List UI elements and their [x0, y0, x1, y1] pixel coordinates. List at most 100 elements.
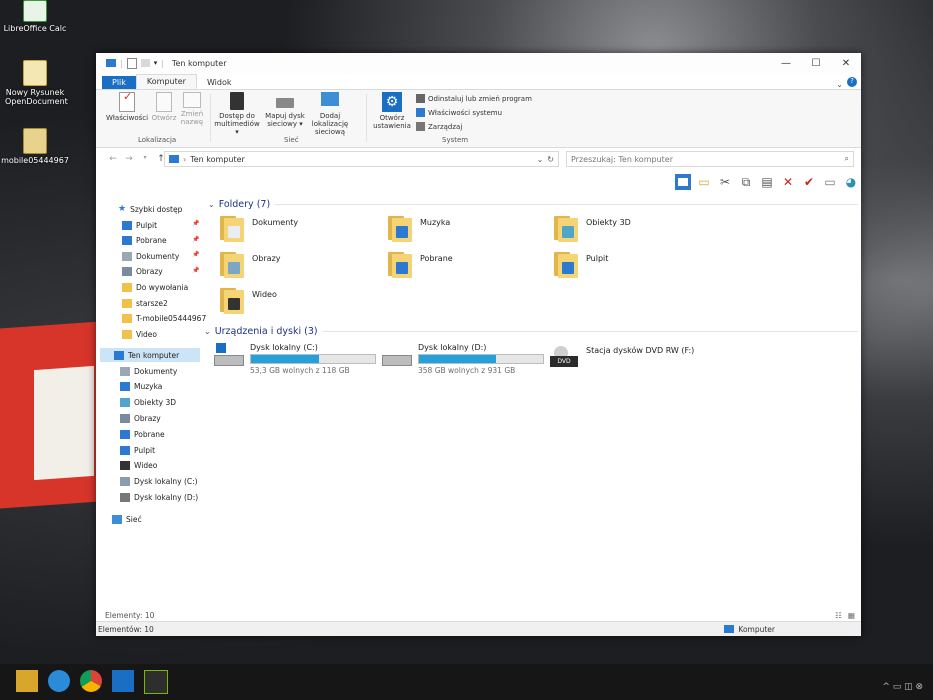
rename-button[interactable]: Zmień nazwę [178, 92, 206, 126]
forward-arrow-icon[interactable]: → [122, 154, 136, 164]
copy-icon[interactable]: ⧉ [738, 174, 754, 190]
nav-quick-item[interactable]: starsze2 [122, 296, 168, 310]
globe-icon[interactable]: ◕ [843, 174, 859, 190]
drive-dvd[interactable]: DVD Stacja dysków DVD RW (F:) [550, 346, 694, 370]
file-explorer-taskbar-icon[interactable] [16, 670, 38, 692]
folder-options-icon[interactable]: ▭ [696, 174, 712, 190]
ribbon-collapse-icon[interactable]: ⌄ [832, 80, 847, 89]
nav-quick-item[interactable]: Dokumenty [122, 249, 179, 263]
desktop-icon-drawing[interactable]: Nowy Rysunek OpenDocument [0, 60, 70, 106]
desktop-icon-mobile-archive[interactable]: mobile05444967 [0, 128, 70, 165]
nav-pc-item[interactable]: Obiekty 3D [120, 396, 176, 410]
search-input[interactable]: Przeszukaj: Ten komputer ⌕ [566, 151, 854, 167]
minimize-button[interactable]: — [771, 53, 801, 73]
address-bar[interactable]: › Ten komputer ⌄ ↻ [164, 151, 559, 167]
paste-icon[interactable]: ▤ [759, 174, 775, 190]
folder-icon [122, 298, 132, 308]
nav-pc-item[interactable]: Pulpit [120, 443, 155, 457]
item-count-footer: Elementów: 10 [98, 624, 154, 634]
desktop-wallpaper-red-shape [0, 321, 100, 509]
nav-quick-access[interactable]: ★ Szybki dostęp [118, 202, 182, 216]
tab-computer[interactable]: Komputer [135, 74, 197, 89]
drive-c[interactable]: Dysk lokalny (C:) 53,3 GB wolnych z 118 … [214, 343, 376, 375]
pin-icon[interactable]: 📌 [192, 251, 199, 258]
nav-quick-item[interactable]: Obrazy [122, 265, 163, 279]
folder-item[interactable]: Pobrane [388, 250, 453, 278]
nav-quick-item[interactable]: Pulpit [122, 218, 157, 232]
nav-pc-item[interactable]: Pobrane [120, 427, 165, 441]
delete-icon[interactable]: ✕ [780, 174, 796, 190]
pin-icon[interactable]: 📌 [192, 236, 199, 243]
tray-icons[interactable]: ^ ▭ ◫ ⊗ [882, 682, 923, 692]
recent-chevron-icon[interactable]: ▾ [138, 154, 152, 164]
cut-icon[interactable]: ✂ [717, 174, 733, 190]
group-label-network: Sieć [284, 136, 299, 144]
folder-item[interactable]: Obrazy [220, 250, 281, 278]
drawing-icon [23, 60, 47, 86]
folder-label: Dokumenty [252, 218, 299, 227]
drive-toolbar-icon[interactable]: ▭ [822, 174, 838, 190]
nav-this-pc[interactable]: Ten komputer [100, 348, 200, 362]
folder-item[interactable]: Pulpit [554, 250, 608, 278]
tab-view[interactable]: Widok [197, 76, 242, 89]
confirm-icon[interactable]: ✔ [801, 174, 817, 190]
folder-item[interactable]: Obiekty 3D [554, 214, 631, 242]
folder-item[interactable]: Dokumenty [220, 214, 298, 242]
status-bar: Elementów: 10 Komputer [96, 621, 861, 636]
address-dropdown-icon[interactable]: ⌄ [537, 155, 544, 164]
folder-label: Pobrane [420, 254, 453, 263]
properties-quick-icon[interactable] [126, 57, 137, 69]
open-button[interactable]: Otwórz [151, 92, 177, 122]
details-view-icon[interactable]: ☷ [835, 611, 842, 620]
nvidia-taskbar-icon[interactable] [144, 670, 168, 694]
manage-button[interactable]: Zarządzaj [416, 122, 462, 131]
title-bar: | ▾ | Ten komputer — ☐ ✕ [96, 53, 861, 73]
devices-section-header[interactable]: ⌄ Urządzenia i dyski (3) [204, 326, 858, 337]
computer-icon [114, 350, 124, 360]
drive-d[interactable]: Dysk lokalny (D:) 358 GB wolnych z 931 G… [382, 343, 544, 375]
nav-pc-item[interactable]: Dysk lokalny (C:) [120, 475, 198, 489]
chrome-taskbar-icon[interactable] [80, 670, 102, 692]
nav-quick-item[interactable]: Video [122, 327, 157, 341]
hard-drive-icon [120, 492, 130, 502]
pin-icon[interactable]: 📌 [192, 267, 199, 274]
video-icon [220, 286, 246, 314]
nav-quick-item[interactable]: Pobrane [122, 234, 167, 248]
folder-quick-icon[interactable] [140, 59, 150, 67]
nav-pc-item[interactable]: Muzyka [120, 380, 162, 394]
maximize-button[interactable]: ☐ [801, 53, 831, 73]
nav-quick-item[interactable]: T-mobile05444967 [122, 312, 206, 326]
folders-section-header[interactable]: ⌄ Foldery (7) [208, 199, 858, 210]
pin-icon[interactable]: 📌 [192, 220, 199, 227]
preview-pane-icon[interactable] [675, 174, 691, 190]
file-explorer-window: | ▾ | Ten komputer — ☐ ✕ Plik Komputer W… [96, 53, 861, 636]
refresh-icon[interactable]: ↻ [547, 155, 554, 164]
map-drive-button[interactable]: Mapuj dysk sieciowy ▾ [264, 92, 306, 128]
nav-pc-item[interactable]: Dokumenty [120, 364, 177, 378]
open-settings-button[interactable]: ⚙ Otwórz ustawienia [372, 92, 412, 130]
nav-quick-item[interactable]: Do wywołania [122, 280, 188, 294]
store-taskbar-icon[interactable] [112, 670, 134, 692]
back-arrow-icon[interactable]: ← [106, 154, 120, 164]
help-icon[interactable]: ? [847, 77, 857, 87]
desktop-icon [122, 220, 132, 230]
rename-icon [183, 92, 201, 108]
nav-pc-item[interactable]: Wideo [120, 459, 157, 473]
nav-pc-item[interactable]: Dysk lokalny (D:) [120, 490, 198, 504]
folder-item[interactable]: Wideo [220, 286, 277, 314]
desktop-icon-libreoffice-calc[interactable]: LibreOffice Calc [0, 0, 70, 33]
uninstall-program-button[interactable]: Odinstaluj lub zmień program [416, 94, 532, 103]
add-network-location-button[interactable]: Dodaj lokalizację sieciową [306, 92, 354, 136]
tiles-view-icon[interactable]: ▦ [848, 611, 855, 620]
chevron-down-icon[interactable]: ▾ [154, 59, 158, 67]
nav-pc-item[interactable]: Obrazy [120, 411, 161, 425]
drive-free-space: 53,3 GB wolnych z 118 GB [250, 366, 350, 375]
edge-taskbar-icon[interactable] [48, 670, 70, 692]
tab-file[interactable]: Plik [102, 76, 136, 89]
properties-button[interactable]: ✓ Właściwości [106, 91, 148, 122]
close-button[interactable]: ✕ [831, 53, 861, 73]
folder-item[interactable]: Muzyka [388, 214, 450, 242]
nav-network[interactable]: Sieć [112, 512, 142, 526]
system-properties-button[interactable]: Właściwości systemu [416, 108, 502, 117]
media-access-button[interactable]: Dostęp do multimediów ▾ [212, 92, 262, 136]
